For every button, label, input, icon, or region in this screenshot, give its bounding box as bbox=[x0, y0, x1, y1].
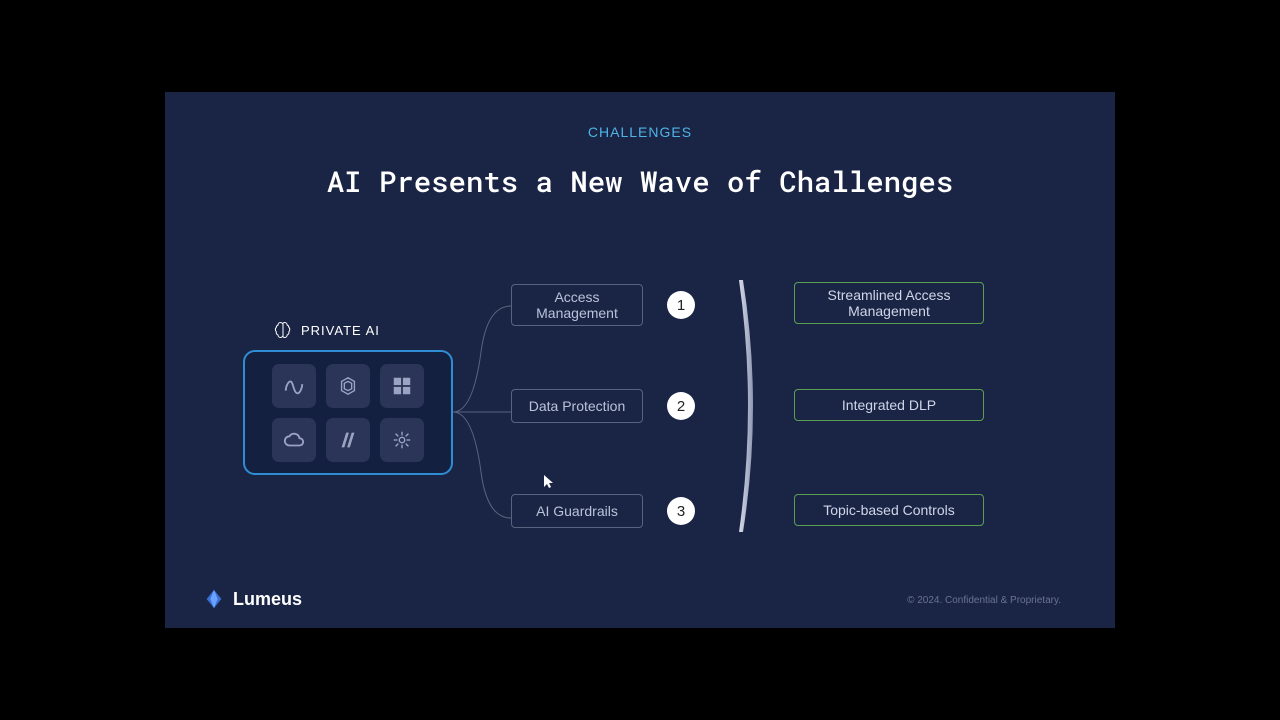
footer-copyright: © 2024. Confidential & Proprietary. bbox=[907, 595, 1061, 606]
cursor-icon bbox=[544, 475, 554, 489]
solution-topic-controls: Topic-based Controls bbox=[794, 494, 984, 526]
slide-title: AI Presents a New Wave of Challenges bbox=[165, 162, 1115, 200]
solution-integrated-dlp: Integrated DLP bbox=[794, 389, 984, 421]
footer-logo: Lumeus bbox=[203, 588, 302, 610]
private-ai-text: PRIVATE AI bbox=[301, 323, 380, 338]
challenge-data-protection: Data Protection bbox=[511, 389, 643, 423]
microsoft-icon bbox=[380, 364, 424, 408]
challenge-ai-guardrails: AI Guardrails bbox=[511, 494, 643, 528]
arrow-divider bbox=[739, 280, 765, 532]
private-ai-box bbox=[243, 350, 453, 475]
eyebrow-label: CHALLENGES bbox=[165, 124, 1115, 140]
mistral-icon bbox=[380, 418, 424, 462]
google-cloud-icon bbox=[272, 418, 316, 462]
challenge-number-3: 3 bbox=[667, 497, 695, 525]
brain-icon bbox=[273, 320, 293, 340]
challenge-access-management: Access Management bbox=[511, 284, 643, 326]
footer-brand-text: Lumeus bbox=[233, 589, 302, 610]
anthropic-icon bbox=[326, 418, 370, 462]
meta-icon bbox=[272, 364, 316, 408]
solution-streamlined-access: Streamlined Access Management bbox=[794, 282, 984, 324]
lumeus-logo-icon bbox=[203, 588, 225, 610]
challenge-number-2: 2 bbox=[667, 392, 695, 420]
private-ai-header: PRIVATE AI bbox=[273, 320, 380, 340]
slide: CHALLENGES AI Presents a New Wave of Cha… bbox=[165, 92, 1115, 628]
challenge-number-1: 1 bbox=[667, 291, 695, 319]
connector-lines bbox=[453, 292, 511, 532]
openai-icon bbox=[326, 364, 370, 408]
